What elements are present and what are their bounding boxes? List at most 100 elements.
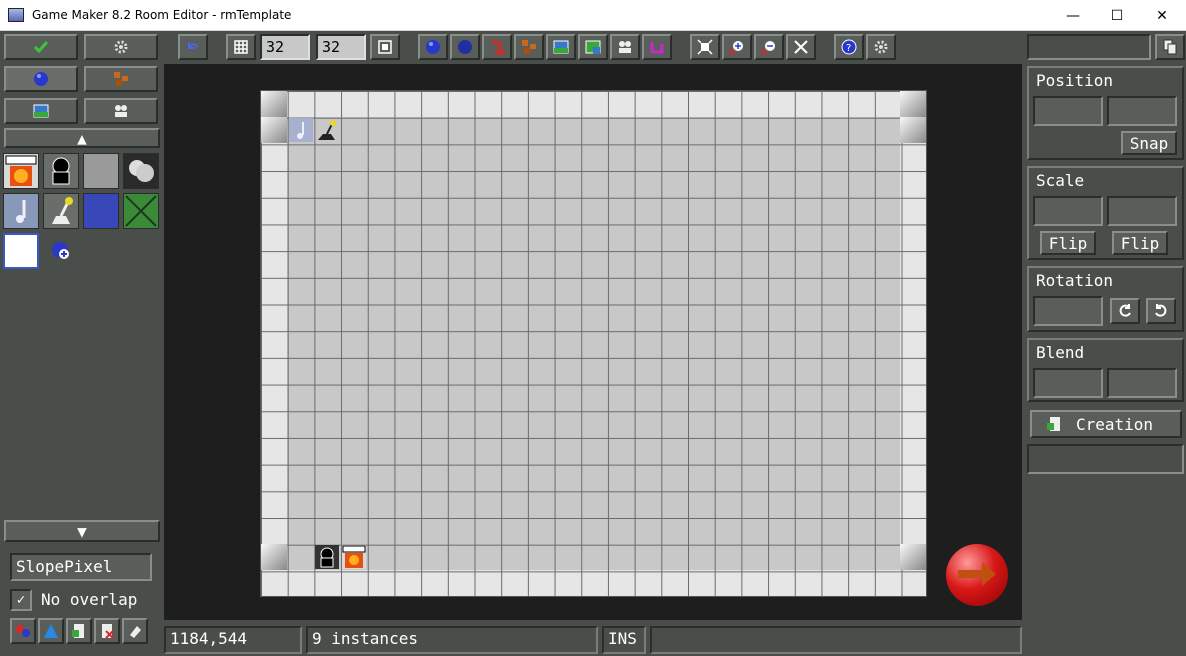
tab-views[interactable] (84, 98, 158, 124)
blue-ball-icon (426, 40, 440, 54)
preferences-button[interactable] (866, 34, 896, 60)
fullscreen-button[interactable] (786, 34, 816, 60)
rotate-ccw-button[interactable] (1110, 298, 1140, 324)
isometric-grid-button[interactable] (370, 34, 400, 60)
palette-scroll-down[interactable]: ▼ (4, 520, 160, 542)
creation-label: Creation (1076, 414, 1154, 434)
tab-tiles[interactable] (84, 66, 158, 92)
object-tool-3-button[interactable] (66, 618, 92, 644)
window-grid-icon (378, 40, 392, 54)
scale-x-field[interactable] (1033, 196, 1103, 226)
palette-gray-block[interactable] (83, 153, 119, 189)
zoom-out-button[interactable] (754, 34, 784, 60)
corner-block-top-right (900, 91, 926, 117)
create-code-icon (1047, 417, 1060, 431)
multi-object-icon (16, 625, 30, 637)
close-button[interactable]: ✕ (1139, 0, 1185, 31)
delete-object-icon (102, 624, 114, 639)
player-silhouette-icon (320, 547, 334, 568)
room-view[interactable] (260, 90, 927, 597)
object-tool-4-button[interactable] (94, 618, 120, 644)
undo-button[interactable] (178, 34, 208, 60)
checkmark-icon (33, 41, 49, 54)
copy-icon (1163, 39, 1177, 55)
palette-smoke-object[interactable] (123, 153, 159, 189)
zoom-reset-button[interactable] (690, 34, 720, 60)
object-tool-5-button[interactable] (122, 618, 148, 644)
minimize-button[interactable]: — (1050, 0, 1096, 31)
toggle-grid-button[interactable] (226, 34, 256, 60)
palette-player-object[interactable] (43, 153, 79, 189)
show-invisible-button[interactable] (450, 34, 480, 60)
show-highlight-button[interactable] (642, 34, 672, 60)
snap-y-input[interactable]: 32 (316, 34, 366, 60)
help-icon: ? (841, 39, 857, 55)
insert-mode-indicator: INS (602, 626, 646, 654)
object-tool-1-button[interactable] (10, 618, 36, 644)
blend-alpha-field[interactable] (1107, 368, 1177, 398)
flip-y-button[interactable]: Flip (1112, 231, 1168, 255)
object-tool-2-button[interactable] (38, 618, 64, 644)
palette-blue-block[interactable] (83, 193, 119, 229)
save-object-icon (5, 155, 37, 186)
creation-code-button[interactable]: Creation (1030, 410, 1182, 438)
grid-icon (234, 40, 248, 54)
lever-instance[interactable] (315, 118, 339, 142)
close-room-button[interactable] (946, 544, 1008, 606)
status-extra (650, 626, 1022, 654)
svg-text:?: ? (846, 43, 851, 54)
position-x-field[interactable] (1033, 96, 1103, 126)
blend-color-field[interactable] (1033, 368, 1103, 398)
rotation-field[interactable] (1033, 296, 1103, 326)
tab-backgrounds[interactable] (4, 98, 78, 124)
palette-green-x-object[interactable] (123, 193, 159, 229)
tiles-icon (522, 40, 536, 54)
snap-x-input[interactable]: 32 (260, 34, 310, 60)
lever-icon (318, 120, 336, 140)
show-views-button[interactable] (610, 34, 640, 60)
palette-save-object[interactable] (3, 153, 39, 189)
palette-scroll-up[interactable]: ▲ (4, 128, 160, 148)
undo-icon (188, 42, 199, 49)
flip-x-button[interactable]: Flip (1040, 231, 1096, 255)
no-overlap-checkbox[interactable]: ✓ (10, 589, 32, 611)
copy-button[interactable] (1155, 34, 1185, 60)
zoom-in-button[interactable] (722, 34, 752, 60)
window-title: Game Maker 8.2 Room Editor - rmTemplate (32, 8, 292, 22)
maximize-button[interactable]: ☐ (1094, 0, 1140, 31)
tab-objects[interactable] (4, 66, 78, 92)
snap-button[interactable]: Snap (1121, 131, 1177, 155)
palette-music-object[interactable] (3, 193, 39, 229)
selected-object-field[interactable]: SlopePixel (10, 553, 152, 581)
palette-lever-object[interactable] (43, 193, 79, 229)
app-icon (8, 8, 24, 22)
save-instance[interactable] (342, 545, 366, 569)
red-path-icon (491, 40, 505, 55)
gear-icon (114, 40, 128, 54)
room-grid (261, 91, 926, 596)
scale-y-field[interactable] (1107, 196, 1177, 226)
title-bar: Game Maker 8.2 Room Editor - rmTemplate … (0, 0, 1186, 31)
position-y-field[interactable] (1107, 96, 1177, 126)
show-foregrounds-button[interactable] (578, 34, 608, 60)
show-backgrounds-button[interactable] (546, 34, 576, 60)
create-code-icon (72, 624, 84, 638)
camera-icon (115, 105, 127, 117)
show-tiles-button[interactable] (514, 34, 544, 60)
creation-field[interactable] (1027, 444, 1184, 474)
shape-icon (44, 624, 58, 638)
add-object-icon (52, 242, 69, 259)
foreground-icon (585, 40, 601, 54)
clipboard-field[interactable] (1027, 34, 1151, 60)
player-instance[interactable] (315, 545, 339, 569)
help-button[interactable]: ? (834, 34, 864, 60)
rotate-cw-button[interactable] (1146, 298, 1176, 324)
music-instance[interactable] (289, 118, 313, 142)
room-settings-button[interactable] (84, 34, 158, 60)
palette-add-object[interactable] (43, 233, 79, 269)
show-paths-button[interactable] (482, 34, 512, 60)
landscape-icon (33, 104, 49, 118)
confirm-button[interactable] (4, 34, 78, 60)
palette-white-block[interactable] (3, 233, 39, 269)
show-objects-button[interactable] (418, 34, 448, 60)
